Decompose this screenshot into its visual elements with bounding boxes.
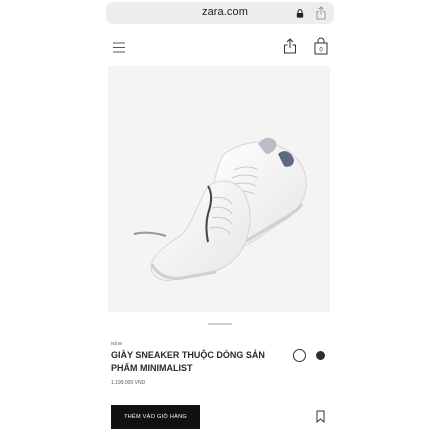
new-badge: NEW: [111, 341, 123, 346]
share-icon[interactable]: [283, 38, 297, 54]
bookmark-icon[interactable]: [316, 410, 325, 423]
image-pagination-indicator: [208, 323, 232, 325]
color-swatch-dark[interactable]: [316, 351, 325, 360]
share-icon[interactable]: [315, 6, 327, 20]
product-image[interactable]: [108, 66, 330, 312]
url-bar[interactable]: zara.com: [106, 2, 334, 24]
product-name: GIÀY SNEAKER THUỘC DÒNG SẢN PHẨM MINIMAL…: [111, 350, 265, 373]
add-to-cart-button[interactable]: THÊM VÀO GIỎ HÀNG: [111, 405, 200, 429]
shopping-bag-icon[interactable]: 0: [313, 37, 329, 55]
svg-text:0: 0: [319, 48, 323, 54]
menu-icon[interactable]: [113, 42, 125, 53]
sneaker-image: [133, 137, 307, 281]
product-price: 1.199.000 VND: [111, 380, 146, 386]
color-swatch-white[interactable]: [293, 349, 306, 362]
url-text: zara.com: [201, 6, 249, 18]
